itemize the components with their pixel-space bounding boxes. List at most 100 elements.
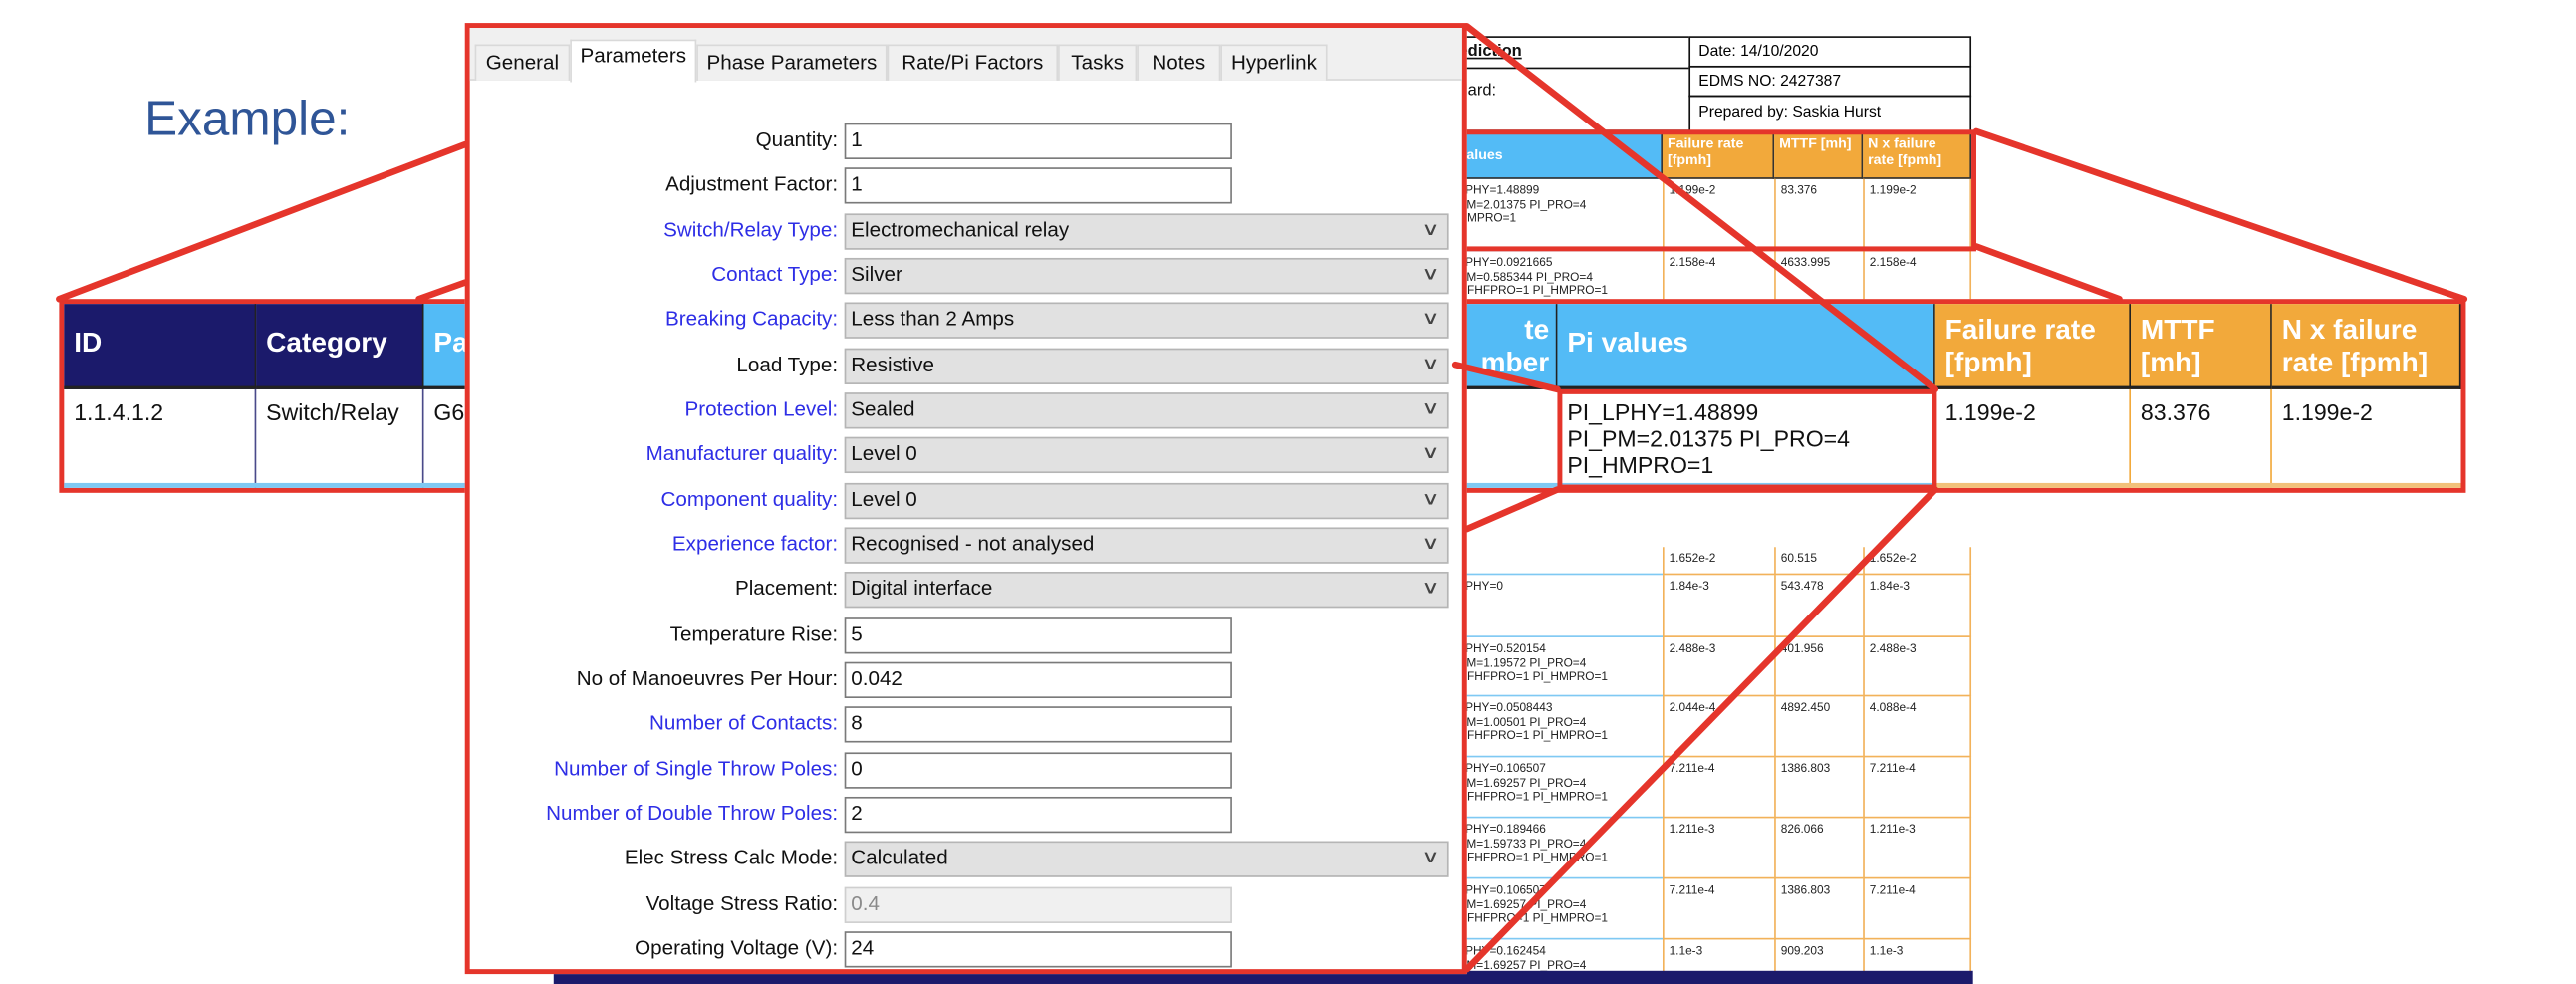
- doc-cell-pi: LPHY=0.520154 PM=1.19572 PI_PRO=4 RFHFPR…: [1453, 637, 1663, 697]
- chevron-down-icon[interactable]: ∨: [1421, 577, 1440, 599]
- doc-cell-mttf: 826.066: [1774, 818, 1864, 879]
- number-of-single-throw-poles-label: Number of Single Throw Poles:: [554, 756, 839, 780]
- highlight-box-pi-values: [1557, 388, 1937, 490]
- adjustment-factor-label: Adjustment Factor:: [665, 172, 839, 196]
- load-type-dropdown[interactable]: Resistive ∨: [844, 348, 1449, 384]
- header-failure-rate: Failure rate [fpmh]: [1934, 304, 2132, 389]
- doc-cell-nfr: 7.211e-4: [1863, 878, 1972, 940]
- chevron-down-icon[interactable]: ∨: [1421, 353, 1440, 374]
- parameters-dialog: General Parameters Phase Parameters Rate/Pi…: [464, 23, 1467, 975]
- component-quality-value: Level 0: [851, 487, 917, 511]
- switch-relay-type-dropdown[interactable]: Electromechanical relay ∨: [844, 212, 1449, 250]
- slide-title: Example:: [144, 92, 351, 146]
- breaking-capacity-label: Breaking Capacity:: [665, 307, 839, 332]
- elec-stress-calc-mode-value: Calculated: [851, 846, 948, 869]
- component-quality-label: Component quality:: [660, 487, 839, 511]
- chevron-down-icon[interactable]: ∨: [1421, 397, 1440, 419]
- quantity-label: Quantity:: [755, 127, 839, 151]
- component-quality-dropdown[interactable]: Level 0 ∨: [844, 482, 1449, 519]
- experience-factor-dropdown[interactable]: Recognised - not analysed ∨: [844, 527, 1449, 564]
- manufacturer-quality-value: Level 0: [851, 442, 917, 466]
- doc-cell-pi: LPHY=0.0508443 PM=1.00501 PI_PRO=4 RFHFP…: [1453, 696, 1663, 758]
- protection-level-label: Protection Level:: [684, 397, 839, 421]
- load-type-value: Resistive: [851, 353, 934, 376]
- chevron-down-icon[interactable]: ∨: [1421, 532, 1440, 554]
- doc-date-cell: Date: 14/10/2020: [1688, 36, 1972, 68]
- doc-cell-mttf: 60.515: [1774, 547, 1864, 576]
- elec-stress-calc-mode-dropdown[interactable]: Calculated ∨: [844, 841, 1449, 878]
- contact-type-value: Silver: [851, 262, 902, 286]
- doc-cell-fr: 1.84e-3: [1662, 575, 1775, 637]
- placement-label: Placement:: [734, 577, 839, 601]
- voltage-stress-ratio-input: 0.4: [844, 886, 1232, 923]
- voltage-stress-ratio-label: Voltage Stress Ratio:: [645, 890, 839, 915]
- chevron-down-icon[interactable]: ∨: [1421, 442, 1440, 464]
- doc-cell-pi: LPHY=0.106507 PM=1.69257 PI_PRO=4 RFHFPR…: [1453, 757, 1663, 819]
- doc-cell-nfr: 4.088e-4: [1863, 696, 1972, 758]
- cell-n-failure-rate: 1.199e-2: [2281, 398, 2373, 426]
- breaking-capacity-value: Less than 2 Amps: [851, 307, 1015, 332]
- cell-id: 1.1.4.1.2: [64, 388, 257, 488]
- number-of-double-throw-poles-input[interactable]: 2: [844, 796, 1232, 834]
- doc-cell-mttf: 401.956: [1774, 636, 1864, 697]
- doc-cell-pi: LPHY=0: [1453, 575, 1663, 637]
- header-n-failure-rate: N x failure rate [fpmh]: [2271, 304, 2461, 389]
- doc-cell-nfr: 1.84e-3: [1863, 575, 1972, 637]
- placement-value: Digital interface: [851, 577, 993, 601]
- operating-voltage-v-input[interactable]: 24: [844, 931, 1232, 968]
- switch-relay-type-value: Electromechanical relay: [851, 217, 1070, 241]
- doc-edms-cell: EDMS NO: 2427387: [1688, 65, 1972, 98]
- temperature-rise-input[interactable]: 5: [844, 616, 1232, 653]
- cell-category: Switch/Relay: [256, 388, 424, 488]
- adjustment-factor-input[interactable]: 1: [844, 167, 1232, 205]
- doc-cell-mttf: 1386.803: [1774, 878, 1864, 940]
- header-number-fragment: te mber: [1453, 304, 1558, 389]
- cell-failure-rate: 1.199e-2: [1935, 388, 2132, 488]
- doc-prepared-cell: Prepared by: Saskia Hurst: [1688, 95, 1972, 131]
- number-of-single-throw-poles-input[interactable]: 0: [844, 751, 1232, 789]
- contact-type-label: Contact Type:: [711, 262, 839, 286]
- elec-stress-calc-mode-label: Elec Stress Calc Mode:: [624, 846, 839, 869]
- no-of-manoeuvres-per-hour-input[interactable]: 0.042: [844, 661, 1232, 698]
- doc-cell-nfr: 2.488e-3: [1863, 636, 1972, 697]
- experience-factor-value: Recognised - not analysed: [851, 532, 1095, 556]
- doc-cell-nfr: 7.211e-4: [1863, 757, 1972, 819]
- header-pi-values: Pi values: [1557, 304, 1935, 389]
- doc-edms: EDMS NO: 2427387: [1698, 72, 1842, 91]
- doc-cell-pi: LPHY=0.106507 PM=1.69257 PI_PRO=4 RFHFPR…: [1453, 878, 1663, 940]
- header-id: ID: [64, 304, 257, 389]
- doc-table: values Failure rate [fpmh] MTTF [mh] N x fa…: [1413, 130, 1972, 984]
- load-type-label: Load Type:: [736, 353, 839, 376]
- header-mttf: MTTF [mh]: [2131, 304, 2272, 389]
- doc-title-fragment: ediction: [1458, 42, 1522, 62]
- doc-cell-fr: 7.211e-4: [1662, 757, 1775, 819]
- doc-cell-fr: 2.044e-4: [1662, 696, 1775, 758]
- doc-cell-pi: LPHY=0.189466 PM=1.59733 PI_PRO=4 RFHFPR…: [1453, 818, 1663, 879]
- number-of-contacts-input[interactable]: 8: [844, 706, 1232, 743]
- chevron-down-icon[interactable]: ∨: [1421, 487, 1440, 509]
- chevron-down-icon[interactable]: ∨: [1421, 308, 1440, 330]
- doc-cell-mttf: 543.478: [1774, 575, 1864, 637]
- highlight-box-doc-row: [1451, 129, 1976, 252]
- connector-line: [1972, 127, 2468, 303]
- operating-voltage-v-label: Operating Voltage (V):: [635, 936, 839, 960]
- manufacturer-quality-dropdown[interactable]: Level 0 ∨: [844, 437, 1449, 474]
- placement-dropdown[interactable]: Digital interface ∨: [844, 572, 1449, 609]
- chevron-down-icon[interactable]: ∨: [1421, 263, 1440, 285]
- doc-cell-mttf: 4892.450: [1774, 696, 1864, 758]
- header-category: Category: [256, 304, 424, 389]
- parameters-form: Quantity: 1 Adjustment Factor: 1 Switch/Rela…: [470, 28, 1462, 969]
- breaking-capacity-dropdown[interactable]: Less than 2 Amps ∨: [844, 303, 1449, 340]
- temperature-rise-label: Temperature Rise:: [669, 621, 839, 645]
- number-of-contacts-label: Number of Contacts:: [649, 711, 839, 735]
- slide: Example: ediction dard: Date: 14/10/2020…: [0, 0, 2576, 984]
- chevron-down-icon[interactable]: ∨: [1421, 218, 1440, 239]
- connector-line: [1972, 243, 2123, 303]
- doc-cell-mttf: 1386.803: [1774, 757, 1864, 819]
- switch-relay-type-label: Switch/Relay Type:: [663, 217, 839, 241]
- contact-type-dropdown[interactable]: Silver ∨: [844, 257, 1449, 295]
- chevron-down-icon[interactable]: ∨: [1421, 847, 1440, 868]
- quantity-input[interactable]: 1: [844, 123, 1232, 159]
- doc-prepared-by: Prepared by: Saskia Hurst: [1698, 103, 1882, 123]
- protection-level-dropdown[interactable]: Sealed ∨: [844, 392, 1449, 429]
